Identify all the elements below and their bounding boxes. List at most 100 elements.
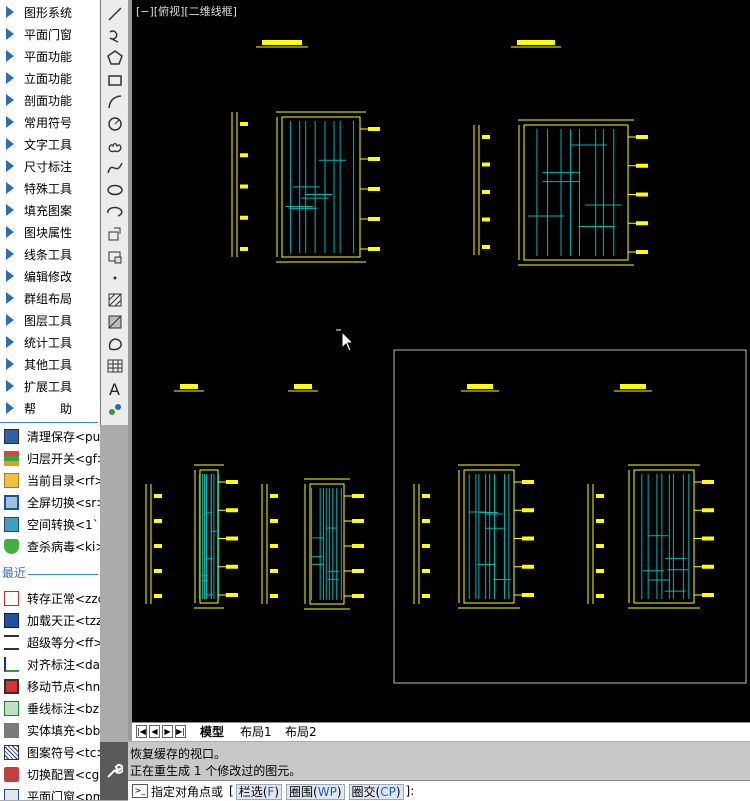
recent-command-5[interactable]: 垂线标注<bz> (0, 697, 100, 719)
svg-text:A: A (109, 380, 120, 397)
pinned-command-5[interactable]: 查杀病毒<ki> (0, 535, 100, 557)
spline-icon[interactable] (104, 158, 126, 178)
insert-block-icon[interactable] (104, 224, 126, 244)
menu-item-label: 特殊工具 (24, 181, 73, 196)
menu-item-10[interactable]: 图块属性 (0, 221, 100, 243)
tab-model[interactable]: 模型 (200, 724, 224, 740)
command-option-1[interactable]: 圈围(WP) (286, 783, 345, 800)
menu-item-3[interactable]: 立面功能 (0, 67, 100, 89)
dim-tag (636, 250, 648, 254)
recent-command-0[interactable]: 转存正常<zzc (0, 587, 100, 609)
pinned-command-4[interactable]: 空间转换<1`> (0, 513, 100, 535)
polygon-icon[interactable] (104, 48, 126, 68)
tab-layout2[interactable]: 布局2 (285, 724, 317, 740)
menu-item-17[interactable]: 扩展工具 (0, 375, 100, 397)
polyline-icon[interactable] (104, 26, 126, 46)
solid-fill-icon (4, 722, 19, 738)
settings-wrench-icon[interactable] (100, 742, 128, 800)
rectangle-icon[interactable] (104, 70, 126, 90)
tab-layout1[interactable]: 布局1 (240, 724, 272, 740)
dim-tag (422, 544, 430, 548)
pinned-command-label: 清理保存<pu> (27, 429, 100, 444)
menu-item-5[interactable]: 常用符号 (0, 111, 100, 133)
recent-command-9[interactable]: 平面门窗<pm> (0, 785, 100, 800)
menu-item-1[interactable]: 平面门窗 (0, 23, 100, 45)
viewport-label[interactable]: [−][俯视][二维线框] (136, 3, 237, 19)
menu-item-0[interactable]: 图形系统 (0, 1, 100, 23)
revcloud-icon[interactable] (104, 136, 126, 156)
dim-tag (422, 494, 430, 498)
recent-command-6[interactable]: 实体填充<bbb (0, 719, 100, 741)
menu-item-8[interactable]: 特殊工具 (0, 177, 100, 199)
pinned-command-2[interactable]: 当前目录<rf> (0, 469, 100, 491)
recent-command-7[interactable]: 图案符号<tc> (0, 741, 100, 763)
title-tag-fill (467, 384, 493, 389)
history-line-2: 正在重生成 1 个修改过的图元。 (130, 764, 302, 778)
menu-item-15[interactable]: 统计工具 (0, 331, 100, 353)
menu-item-7[interactable]: 尺寸标注 (0, 155, 100, 177)
tab-next-button[interactable]: ▶ (162, 725, 173, 738)
menu-item-4[interactable]: 剖面功能 (0, 89, 100, 111)
menu-item-label: 尺寸标注 (24, 159, 73, 174)
menu-item-18[interactable]: 帮 助 (0, 397, 100, 419)
menu-item-12[interactable]: 编辑修改 (0, 265, 100, 287)
shield-icon (4, 538, 19, 554)
menu-item-11[interactable]: 线条工具 (0, 243, 100, 265)
menu-arrow-icon (6, 6, 14, 18)
save-disk-icon (4, 428, 19, 444)
point-icon[interactable] (104, 268, 126, 288)
region-icon[interactable] (104, 334, 126, 354)
menu-item-14[interactable]: 图层工具 (0, 309, 100, 331)
table-icon[interactable] (104, 356, 126, 376)
command-options: 栏选(F) 圈围(WP) 圈交(CP) (234, 783, 406, 800)
dim-tag (240, 184, 248, 189)
recent-command-4[interactable]: 移动节点<hnn (0, 675, 100, 697)
hatch-icon[interactable] (104, 290, 126, 310)
menu-item-16[interactable]: 其他工具 (0, 353, 100, 375)
menu-item-13[interactable]: 群组布局 (0, 287, 100, 309)
dim-tag (636, 163, 648, 168)
mtext-icon[interactable]: A (104, 378, 126, 398)
line-icon[interactable] (104, 4, 126, 24)
pinned-command-1[interactable]: 归层开关<gf> (0, 447, 100, 469)
recent-command-2[interactable]: 超级等分<ff> (0, 631, 100, 653)
circle-icon[interactable] (104, 114, 126, 134)
recent-command-label: 平面门窗<pm> (27, 789, 100, 801)
drawing-canvas[interactable]: [−][俯视][二维线框] (132, 0, 750, 722)
tab-first-button[interactable]: |◀ (136, 725, 147, 738)
pinned-command-label: 全屏切换<sr> (27, 495, 100, 510)
menu-arrow-icon (6, 314, 14, 326)
command-option-2[interactable]: 圈交(CP) (348, 783, 404, 800)
gradient-icon[interactable] (104, 312, 126, 332)
title-tag-fill (620, 384, 646, 389)
dim-tag (154, 569, 162, 573)
recent-command-8[interactable]: 切换配置<cg> (0, 763, 100, 785)
recent-command-3[interactable]: 对齐标注<da> (0, 653, 100, 675)
make-block-icon[interactable] (104, 246, 126, 266)
tab-last-button[interactable]: ▶| (175, 725, 186, 738)
draw-toolbar: A (100, 0, 130, 425)
menu-item-label: 填充图案 (24, 203, 73, 218)
ellipse-icon[interactable] (104, 180, 126, 200)
dim-tag (636, 192, 648, 197)
menu-item-9[interactable]: 填充图案 (0, 199, 100, 221)
dim-tag (352, 494, 364, 498)
pinned-command-0[interactable]: 清理保存<pu> (0, 425, 100, 447)
recent-command-label: 图案符号<tc> (27, 745, 100, 760)
paren: ) (336, 784, 342, 799)
dim-tag (352, 594, 364, 598)
menu-item-2[interactable]: 平面功能 (0, 45, 100, 67)
add-selected-icon[interactable] (104, 400, 126, 420)
recent-command-1[interactable]: 加载天正<tzz (0, 609, 100, 631)
align-dim-icon (4, 656, 19, 672)
dim-tag (522, 564, 534, 569)
ellipse-arc-icon[interactable] (104, 202, 126, 222)
tab-prev-button[interactable]: ◀ (149, 725, 160, 738)
menu-item-label: 图块属性 (24, 225, 73, 240)
dim-tag (226, 593, 238, 597)
pinned-command-3[interactable]: 全屏切换<sr> (0, 491, 100, 513)
command-option-0[interactable]: 栏选(F) (235, 783, 282, 800)
command-line[interactable]: >_ 指定对角点或 [ 栏选(F) 圈围(WP) 圈交(CP) ] : (128, 780, 750, 801)
menu-item-6[interactable]: 文字工具 (0, 133, 100, 155)
arc-icon[interactable] (104, 92, 126, 112)
